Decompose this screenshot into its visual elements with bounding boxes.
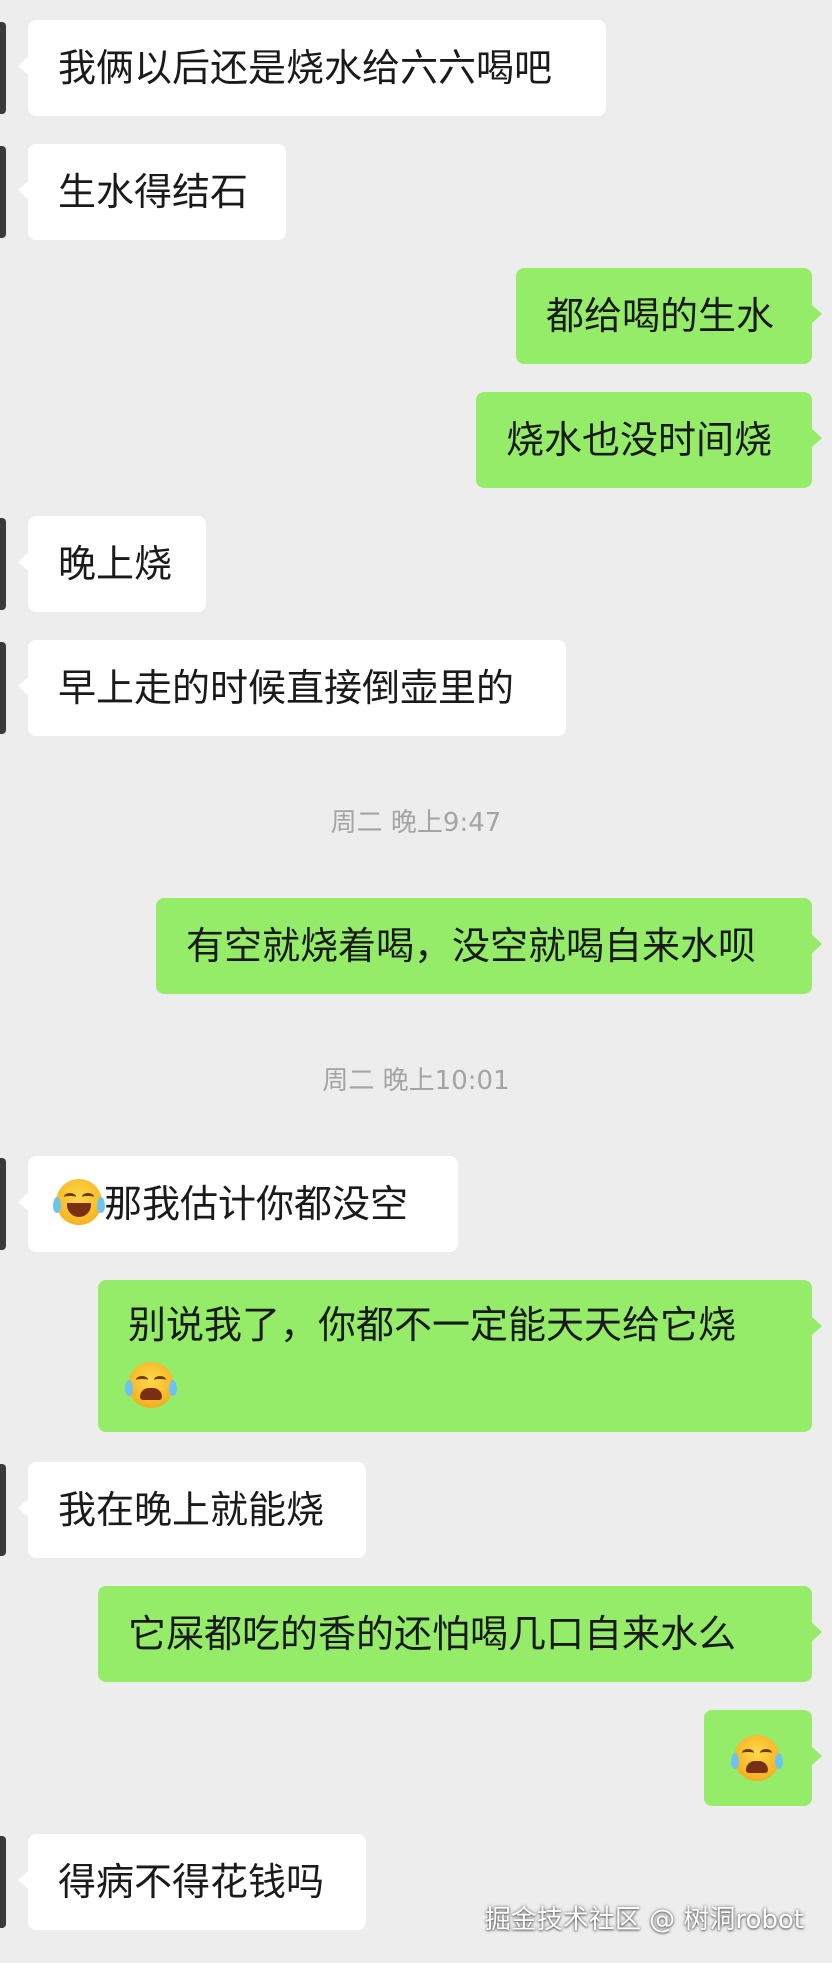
contact-avatar[interactable] bbox=[0, 518, 6, 610]
contact-avatar[interactable] bbox=[0, 1836, 6, 1928]
message-content: 那我估计你都没空 bbox=[53, 1156, 428, 1252]
message-text: 我在晚上就能烧 bbox=[58, 1488, 325, 1532]
message-text: 我俩以后还是烧水给六六喝吧 bbox=[58, 46, 553, 90]
message-text: 那我估计你都没空 bbox=[104, 1182, 409, 1226]
message-text: 都给喝的生水 bbox=[546, 294, 775, 338]
contact-avatar[interactable] bbox=[0, 22, 6, 114]
message-text: 它屎都吃的香的还怕喝几口自来水么 bbox=[128, 1612, 737, 1656]
contact-avatar[interactable] bbox=[0, 1158, 6, 1250]
loudly-crying-emoji-icon bbox=[731, 1735, 783, 1781]
message-text: 有空就烧着喝，没空就喝自来水呗 bbox=[186, 924, 757, 968]
outgoing-message[interactable]: 有空就烧着喝，没空就喝自来水呗 bbox=[156, 898, 822, 994]
incoming-message[interactable]: 早上走的时候直接倒壶里的 bbox=[18, 640, 566, 736]
message-text: 晚上烧 bbox=[58, 542, 173, 586]
message-text: 别说我了，你都不一定能天天给它烧 bbox=[128, 1303, 737, 1347]
message-text: 得病不得花钱吗 bbox=[58, 1860, 325, 1904]
message-content bbox=[731, 1710, 783, 1806]
timestamp: 周二 晚上10:01 bbox=[322, 1066, 510, 1096]
incoming-message[interactable]: 得病不得花钱吗 bbox=[18, 1834, 366, 1930]
outgoing-message[interactable]: 它屎都吃的香的还怕喝几口自来水么 bbox=[98, 1586, 822, 1682]
laugh-cry-emoji-icon bbox=[53, 1179, 105, 1225]
incoming-message[interactable]: 那我估计你都没空 bbox=[18, 1156, 458, 1252]
incoming-message[interactable]: 我在晚上就能烧 bbox=[18, 1462, 366, 1558]
incoming-message[interactable]: 晚上烧 bbox=[18, 516, 206, 612]
message-text: 烧水也没时间烧 bbox=[506, 418, 773, 462]
message-text: 早上走的时候直接倒壶里的 bbox=[58, 666, 515, 710]
outgoing-message[interactable]: 别说我了，你都不一定能天天给它烧 bbox=[98, 1280, 822, 1432]
loudly-crying-emoji-icon bbox=[125, 1362, 177, 1408]
incoming-message[interactable]: 生水得结石 bbox=[18, 144, 286, 240]
contact-avatar[interactable] bbox=[0, 146, 6, 238]
timestamp: 周二 晚上9:47 bbox=[330, 808, 502, 838]
outgoing-message[interactable]: 都给喝的生水 bbox=[516, 268, 822, 364]
contact-avatar[interactable] bbox=[0, 642, 6, 734]
contact-avatar[interactable] bbox=[0, 1464, 6, 1556]
outgoing-message[interactable] bbox=[704, 1710, 822, 1806]
watermark: 掘金技术社区 @ 树洞robot bbox=[484, 1905, 804, 1935]
outgoing-message[interactable]: 烧水也没时间烧 bbox=[476, 392, 822, 488]
message-emoji-line bbox=[125, 1356, 782, 1418]
chat-view: 我俩以后还是烧水给六六喝吧 生水得结石 都给喝的生水 烧水也没时间烧 晚上烧 早… bbox=[0, 0, 832, 1963]
incoming-message[interactable]: 我俩以后还是烧水给六六喝吧 bbox=[18, 20, 606, 116]
message-text: 生水得结石 bbox=[58, 170, 249, 214]
